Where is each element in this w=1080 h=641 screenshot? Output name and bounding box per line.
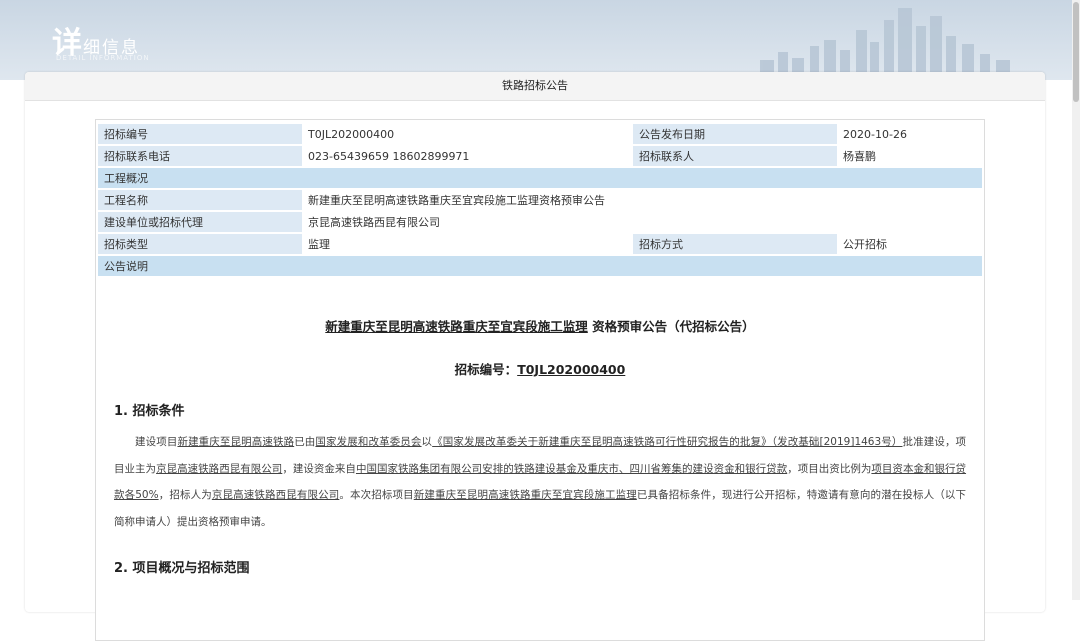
info-label: 建设单位或招标代理 xyxy=(98,212,302,232)
paragraph-text: 以 xyxy=(421,436,433,448)
paragraph-text: 已由 xyxy=(294,436,316,448)
paragraph-text: ，招标人为 xyxy=(158,489,212,501)
info-row: 招标类型 监理 招标方式 公开招标 xyxy=(98,234,982,254)
announcement-number-value: T0JL202000400 xyxy=(517,362,626,377)
info-label: 招标编号 xyxy=(98,124,302,144)
info-row: 公告说明 xyxy=(98,256,982,276)
announcement-title-suffix: 资格预审公告（代招标公告） xyxy=(592,319,755,334)
paragraph-text: 。本次招标项目 xyxy=(339,489,414,501)
paragraph-underlined-text: 京昆高速铁路西昆有限公司 xyxy=(156,462,283,475)
info-value: 杨喜鹏 xyxy=(843,150,877,163)
announcement-title-project: 新建重庆至昆明高速铁路重庆至宜宾段施工监理 xyxy=(325,319,588,334)
info-value: 京昆高速铁路西昆有限公司 xyxy=(308,216,440,229)
info-value: 监理 xyxy=(308,238,330,251)
header-banner: 详细信息 DETAIL INFORMATION xyxy=(0,0,1080,80)
info-label: 招标联系电话 xyxy=(98,146,302,166)
announcement-number-label: 招标编号： xyxy=(454,362,518,377)
info-row: 工程概况 xyxy=(98,168,982,188)
info-row: 建设单位或招标代理 京昆高速铁路西昆有限公司 xyxy=(98,212,982,232)
info-label: 工程名称 xyxy=(98,190,302,210)
paragraph-underlined-text: 新建重庆至昆明高速铁路 xyxy=(177,436,295,448)
info-section-header: 公告说明 xyxy=(98,256,982,276)
info-value: 2020-10-26 xyxy=(843,127,907,141)
detail-content: 招标编号 T0JL202000400 公告发布日期 2020-10-26 招标联系电话 0… xyxy=(95,119,985,641)
paragraph-underlined-text: 新建重庆至昆明高速铁路重庆至宜宾段施工监理 xyxy=(413,489,637,501)
paragraph-underlined-text: 京昆高速铁路西昆有限公司 xyxy=(211,489,340,501)
info-row: 招标联系电话 023-65439659 18602899971 招标联系人 杨喜鹏 xyxy=(98,146,982,166)
info-label: 招标联系人 xyxy=(633,146,838,166)
paragraph-underlined-text: 中国国家铁路集团有限公司安排的铁路建设基金及重庆市、四川省筹集的建设资金和银行贷… xyxy=(355,462,788,475)
city-skyline-illustration xyxy=(760,8,1010,80)
announcement-body: 新建重庆至昆明高速铁路重庆至宜宾段施工监理 资格预审公告（代招标公告） 招标编号… xyxy=(114,310,966,576)
section-heading-2: 2. 项目概况与招标范围 xyxy=(114,561,250,576)
logo-subtitle: DETAIL INFORMATION xyxy=(56,54,150,62)
info-value: T0JL202000400 xyxy=(308,127,395,141)
section-heading-1: 1. 招标条件 xyxy=(114,404,185,419)
info-section-header: 工程概况 xyxy=(98,168,982,188)
paragraph-underlined-text: 《国家发展改革委关于新建重庆至昆明高速铁路可行性研究报告的批复》（发改基础[20… xyxy=(432,436,903,448)
info-label: 招标类型 xyxy=(98,234,302,254)
announcement-title: 新建重庆至昆明高速铁路重庆至宜宾段施工监理 资格预审公告（代招标公告） xyxy=(114,316,966,335)
paragraph-text: 建设项目 xyxy=(135,436,178,448)
scrollbar-thumb[interactable] xyxy=(1073,2,1079,102)
info-value: 公开招标 xyxy=(843,238,888,251)
vertical-scrollbar[interactable] xyxy=(1072,0,1080,600)
page-logo: 详细信息 DETAIL INFORMATION xyxy=(52,18,149,62)
section-paragraph-1: 建设项目新建重庆至昆明高速铁路已由国家发展和改革委员会以《国家发展改革委关于新建… xyxy=(114,429,966,535)
detail-panel: 铁路招标公告 招标编号 T0JL202000400 公告发布日期 2020-10-26… xyxy=(25,72,1045,641)
paragraph-underlined-text: 国家发展和改革委员会 xyxy=(315,436,422,448)
info-table: 招标编号 T0JL202000400 公告发布日期 2020-10-26 招标联系电话 0… xyxy=(98,122,982,278)
info-value: 新建重庆至昆明高速铁路重庆至宜宾段施工监理资格预审公告 xyxy=(308,194,605,207)
paragraph-text: ，建设资金来自 xyxy=(282,462,356,475)
info-label: 招标方式 xyxy=(633,234,838,254)
info-row: 招标编号 T0JL202000400 公告发布日期 2020-10-26 xyxy=(98,124,982,144)
panel-title: 铁路招标公告 xyxy=(25,72,1045,101)
announcement-number: 招标编号：T0JL202000400 xyxy=(114,359,966,378)
info-label: 公告发布日期 xyxy=(633,124,838,144)
paragraph-text: ，项目出资比例为 xyxy=(787,462,872,475)
info-value: 023-65439659 18602899971 xyxy=(308,149,470,163)
info-row: 工程名称 新建重庆至昆明高速铁路重庆至宜宾段施工监理资格预审公告 xyxy=(98,190,982,210)
